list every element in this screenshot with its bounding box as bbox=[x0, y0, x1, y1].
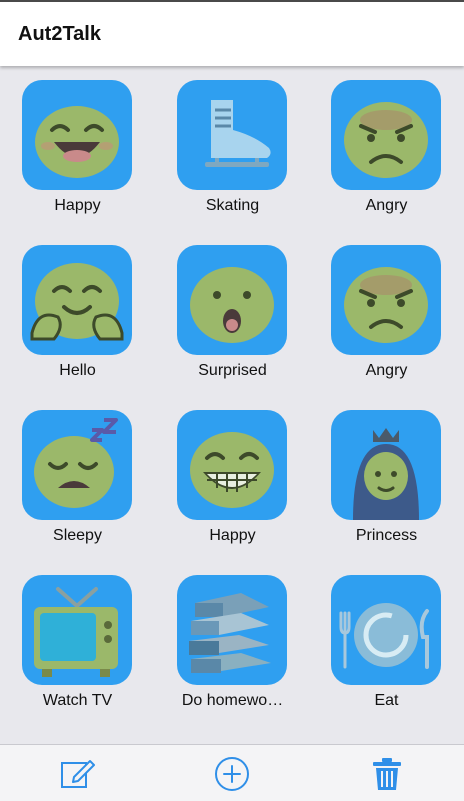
card-label: Angry bbox=[365, 362, 408, 379]
card-angry-2[interactable]: Angry bbox=[309, 231, 464, 396]
card-label: Surprised bbox=[198, 362, 267, 379]
card-label: Skating bbox=[205, 197, 260, 214]
card-happy[interactable]: Happy bbox=[0, 66, 155, 231]
bottom-toolbar bbox=[0, 744, 464, 801]
princess-icon bbox=[331, 410, 441, 520]
card-grid: Happy Skating Angry Hello Surprised Angr… bbox=[0, 66, 464, 744]
card-label: Do homewo… bbox=[181, 692, 284, 709]
card-label: Princess bbox=[355, 527, 418, 544]
television-icon bbox=[22, 575, 132, 685]
card-label: Happy bbox=[54, 197, 101, 214]
angry-face-icon bbox=[331, 80, 441, 190]
card-skating[interactable]: Skating bbox=[155, 66, 310, 231]
grinning-face-icon bbox=[22, 80, 132, 190]
angry-face-icon bbox=[331, 245, 441, 355]
card-surprised[interactable]: Surprised bbox=[155, 231, 310, 396]
card-label: Happy bbox=[209, 527, 256, 544]
card-hello[interactable]: Hello bbox=[0, 231, 155, 396]
ice-skate-icon bbox=[177, 80, 287, 190]
app-bar: Aut2Talk bbox=[0, 0, 464, 66]
card-label: Sleepy bbox=[53, 527, 102, 544]
card-sleepy[interactable]: Sleepy bbox=[0, 396, 155, 561]
card-label: Eat bbox=[374, 692, 399, 709]
books-icon bbox=[177, 575, 287, 685]
card-eat[interactable]: Eat bbox=[309, 561, 464, 726]
hugging-face-icon bbox=[22, 245, 132, 355]
card-label: Hello bbox=[59, 362, 96, 379]
card-do-homework[interactable]: Do homewo… bbox=[155, 561, 310, 726]
edit-button[interactable] bbox=[58, 755, 96, 793]
plate-utensils-icon bbox=[331, 575, 441, 685]
card-angry[interactable]: Angry bbox=[309, 66, 464, 231]
app-title: Aut2Talk bbox=[18, 23, 101, 45]
delete-button[interactable] bbox=[368, 755, 406, 793]
trash-icon bbox=[373, 758, 401, 790]
card-princess[interactable]: Princess bbox=[309, 396, 464, 561]
add-button[interactable] bbox=[213, 755, 251, 793]
surprised-face-icon bbox=[177, 245, 287, 355]
card-label: Watch TV bbox=[42, 692, 113, 709]
card-label: Angry bbox=[365, 197, 408, 214]
card-happy-2[interactable]: Happy bbox=[155, 396, 310, 561]
add-circle-icon bbox=[215, 757, 249, 791]
edit-icon bbox=[61, 760, 95, 788]
sleeping-face-icon bbox=[22, 410, 132, 520]
grinning-teeth-face-icon bbox=[177, 410, 287, 520]
card-watch-tv[interactable]: Watch TV bbox=[0, 561, 155, 726]
